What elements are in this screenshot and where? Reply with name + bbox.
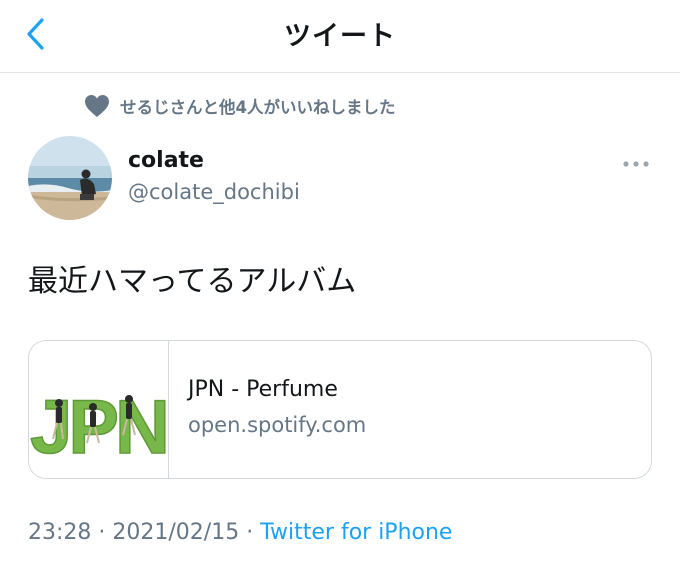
meta-separator: ·: [246, 520, 254, 545]
username[interactable]: @colate_dochibi: [128, 180, 300, 204]
link-card[interactable]: JPN JPN - Perfume open.spotify.com: [28, 340, 652, 479]
social-context[interactable]: せるじさんと他4人がいいねしました: [84, 92, 395, 120]
more-options-button[interactable]: [616, 150, 656, 178]
tweet-meta: 23:28 · 2021/02/15 · Twitter for iPhone: [28, 520, 452, 545]
tweet-source-link[interactable]: Twitter for iPhone: [260, 520, 452, 545]
tweet-text: 最近ハマってるアルバム: [28, 264, 357, 299]
card-title: JPN - Perfume: [188, 377, 338, 402]
card-thumbnail: JPN: [29, 341, 171, 478]
meta-separator: ·: [98, 520, 106, 545]
top-bar: ツイート: [0, 0, 680, 73]
card-domain: open.spotify.com: [188, 413, 367, 437]
avatar[interactable]: [28, 136, 112, 220]
tweet-time: 23:28: [28, 520, 92, 545]
tweet-date: 2021/02/15: [112, 520, 240, 545]
card-thumbnail-logo: JPN: [30, 385, 166, 470]
more-horizontal-icon: [623, 161, 649, 167]
page-title: ツイート: [284, 21, 396, 52]
heart-icon: [85, 95, 109, 117]
liked-by-text: せるじさんと他4人がいいねしました: [120, 98, 396, 117]
display-name[interactable]: colate: [128, 148, 204, 173]
avatar-image: [28, 136, 112, 220]
